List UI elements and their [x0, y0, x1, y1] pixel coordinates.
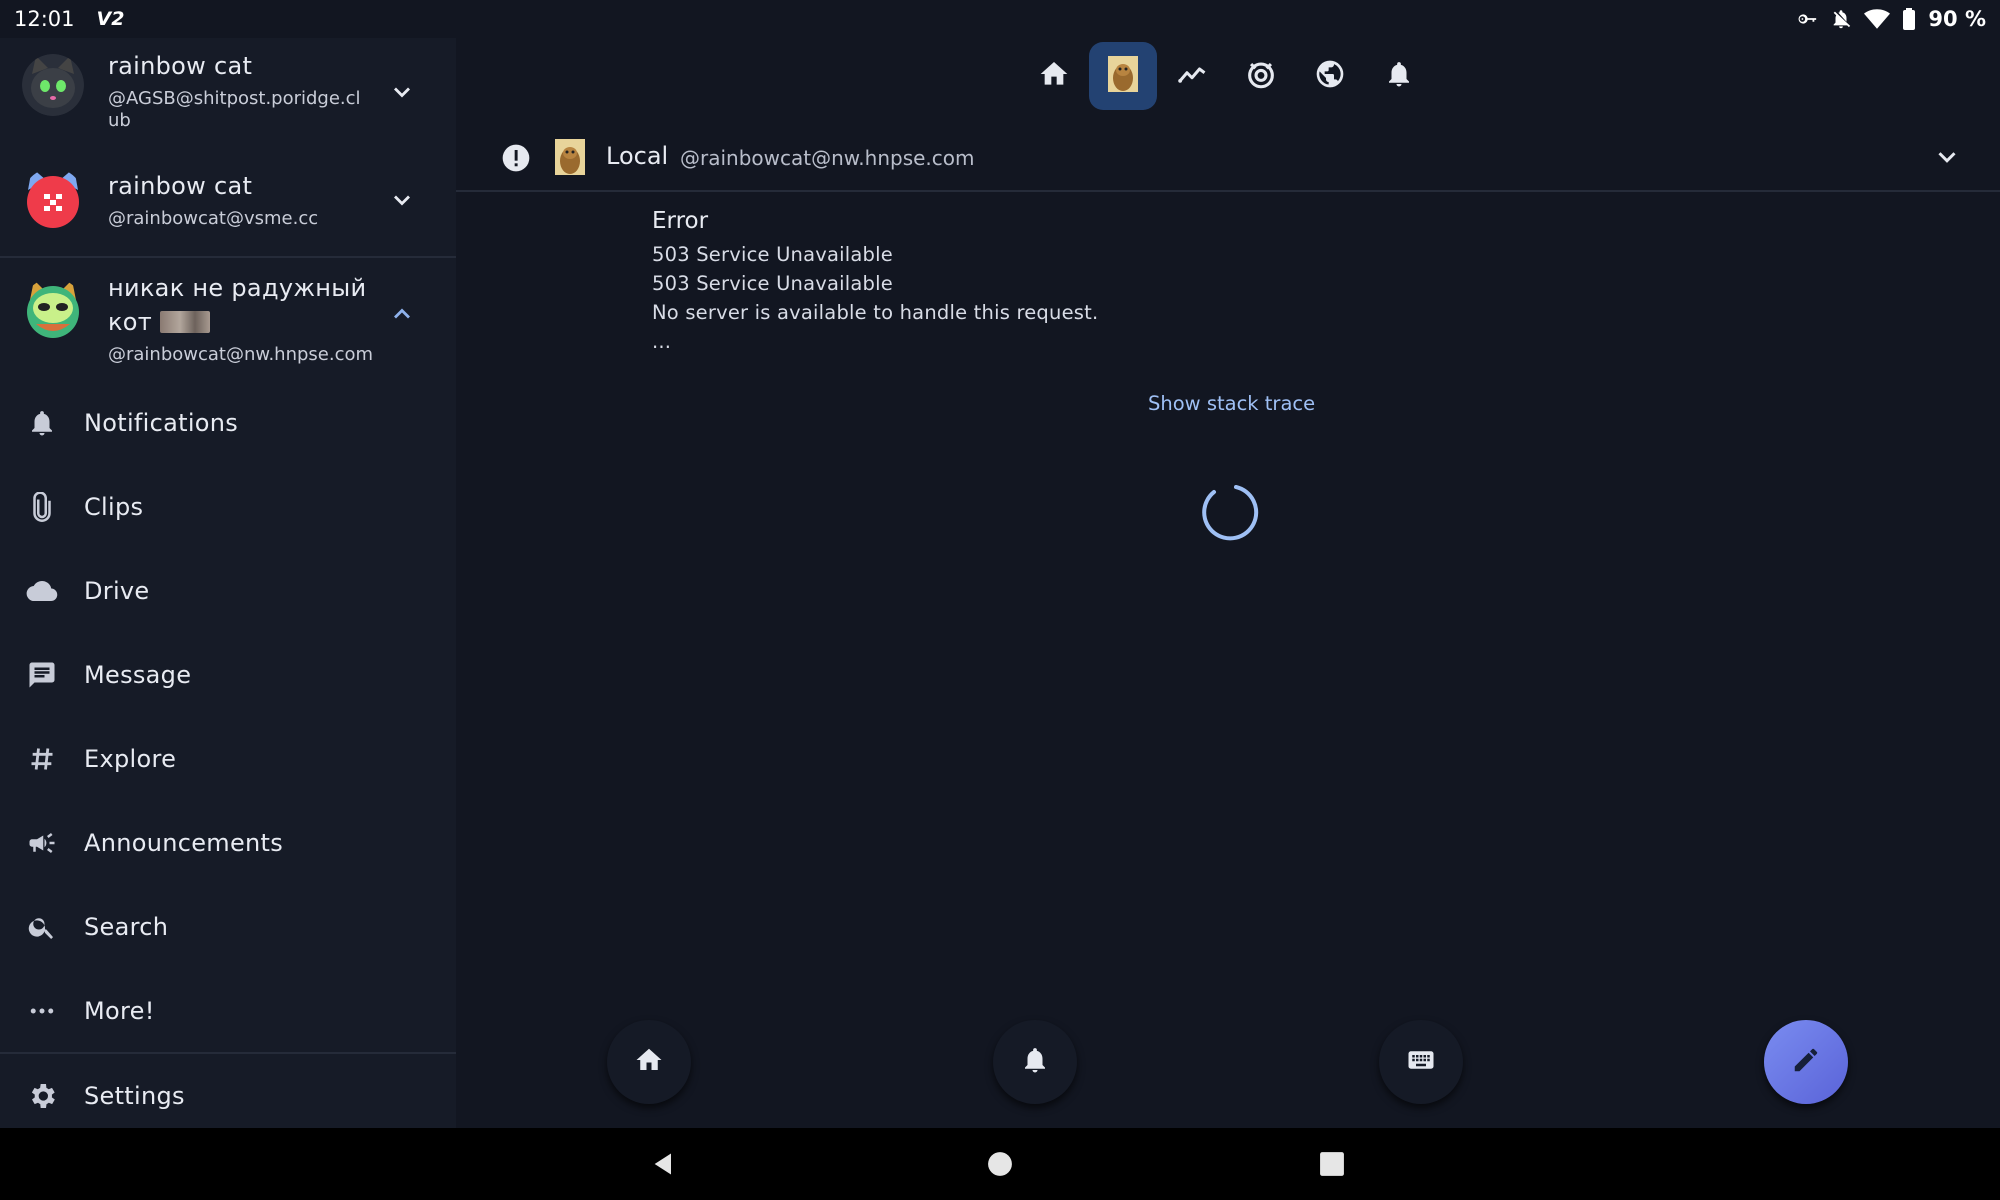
tab-local[interactable]: [1089, 42, 1157, 110]
tab-home[interactable]: [1020, 42, 1088, 110]
timeline-tabs: [1020, 42, 1434, 114]
menu-item-more[interactable]: More!: [0, 975, 456, 1047]
menu-item-explore[interactable]: Explore: [0, 723, 456, 795]
cloud-icon: [26, 575, 58, 607]
tab-global[interactable]: [1296, 42, 1364, 110]
bell-icon: [1384, 59, 1414, 93]
menu-label: Notifications: [84, 409, 239, 437]
sidebar-drawer: rainbow cat @AGSB@shitpost.poridge.cl ub…: [0, 38, 456, 1128]
cat-avatar-icon: [1108, 56, 1138, 96]
menu-item-clips[interactable]: Clips: [0, 471, 456, 543]
trending-icon: [1175, 59, 1209, 93]
error-line: 503 Service Unavailable: [652, 272, 893, 295]
battery-percent: 90 %: [1928, 7, 1986, 31]
menu-item-announcements[interactable]: Announcements: [0, 807, 456, 879]
account-handle: @rainbowcat@vsme.cc: [108, 208, 319, 229]
home-icon: [1038, 58, 1070, 94]
error-line: 503 Service Unavailable: [652, 243, 893, 266]
home-icon: [634, 1045, 664, 1079]
show-stack-trace-link[interactable]: Show stack trace: [1148, 392, 1315, 415]
globe-icon: [1314, 58, 1346, 94]
recents-nav-icon[interactable]: [1316, 1148, 1348, 1180]
tab-hybrid[interactable]: [1227, 42, 1295, 110]
account-name-wrap: кот: [108, 308, 211, 336]
bell-icon: [1020, 1045, 1050, 1079]
error-title: Error: [652, 208, 709, 234]
hybrid-icon: [1244, 57, 1278, 95]
chevron-down-icon[interactable]: [388, 78, 416, 106]
chat-icon: [26, 659, 58, 691]
battery-icon: [1902, 8, 1916, 30]
system-navigation-bar: [0, 1128, 2000, 1200]
divider: [0, 1052, 456, 1054]
bottom-home-button[interactable]: [607, 1020, 691, 1104]
wifi-icon: [1864, 8, 1891, 30]
chevron-down-icon[interactable]: [388, 186, 416, 214]
error-line: No server is available to handle this re…: [652, 301, 1099, 324]
search-icon: [26, 911, 58, 943]
error-alert-icon: [500, 142, 532, 174]
megaphone-icon: [26, 827, 58, 859]
chevron-down-icon[interactable]: [1932, 142, 1962, 172]
status-carrier: V2: [96, 8, 125, 30]
menu-label: Clips: [84, 493, 144, 521]
account-handle: @rainbowcat@nw.hnpse.com: [108, 344, 374, 365]
error-line: ...: [652, 330, 672, 353]
compose-note-button[interactable]: [1764, 1020, 1848, 1104]
account-handle-wrap: ub: [108, 110, 131, 131]
app-root: 12:01 V2 90 % rainbow cat @AGSB@shitpost…: [0, 0, 2000, 1200]
keyboard-icon: [1404, 1045, 1438, 1079]
account-name: никак не радужный: [108, 274, 367, 302]
chevron-up-icon[interactable]: [388, 300, 416, 328]
menu-label: Message: [84, 661, 192, 689]
menu-item-search[interactable]: Search: [0, 891, 456, 963]
status-time: 12:01: [14, 7, 75, 31]
bell-icon: [26, 407, 58, 439]
tab-trending[interactable]: [1158, 42, 1226, 110]
error-message: Error 503 Service Unavailable 503 Servic…: [652, 208, 1098, 356]
back-nav-icon[interactable]: [648, 1148, 680, 1180]
more-horizontal-icon: [26, 995, 58, 1027]
paperclip-icon: [26, 491, 58, 523]
menu-label: Explore: [84, 745, 177, 773]
gear-icon: [26, 1080, 58, 1112]
timeline-header[interactable]: Local @rainbowcat@nw.hnpse.com: [456, 130, 2000, 192]
pencil-icon: [1791, 1045, 1821, 1079]
notifications-off-icon: [1830, 8, 1852, 30]
custom-emoji-image: [160, 311, 211, 333]
account-handle: @AGSB@shitpost.poridge.cl: [108, 88, 361, 109]
menu-label: Settings: [84, 1082, 185, 1110]
bottom-notifications-button[interactable]: [993, 1020, 1077, 1104]
avatar[interactable]: [22, 168, 84, 230]
timeline-title: Local: [606, 142, 669, 170]
home-nav-icon[interactable]: [984, 1148, 1016, 1180]
bottom-keyboard-button[interactable]: [1379, 1020, 1463, 1104]
menu-label: More!: [84, 997, 155, 1025]
divider: [0, 256, 456, 258]
tab-notifications[interactable]: [1365, 42, 1433, 110]
menu-item-drive[interactable]: Drive: [0, 555, 456, 627]
vpn-key-icon: [1796, 8, 1818, 30]
avatar[interactable]: [22, 54, 84, 116]
account-thumbnail: [555, 139, 585, 175]
menu-item-notifications[interactable]: Notifications: [0, 387, 456, 459]
menu-item-settings[interactable]: Settings: [0, 1060, 456, 1132]
status-bar: 12:01 V2 90 %: [0, 0, 2000, 38]
timeline-account-handle: @rainbowcat@nw.hnpse.com: [680, 146, 975, 170]
menu-item-message[interactable]: Message: [0, 639, 456, 711]
account-name: rainbow cat: [108, 52, 253, 80]
account-name: rainbow cat: [108, 172, 253, 200]
loading-spinner: [1196, 480, 1260, 544]
menu-label: Announcements: [84, 829, 284, 857]
menu-label: Drive: [84, 577, 150, 605]
menu-label: Search: [84, 913, 169, 941]
avatar[interactable]: [22, 278, 84, 340]
hashtag-icon: [26, 743, 58, 775]
